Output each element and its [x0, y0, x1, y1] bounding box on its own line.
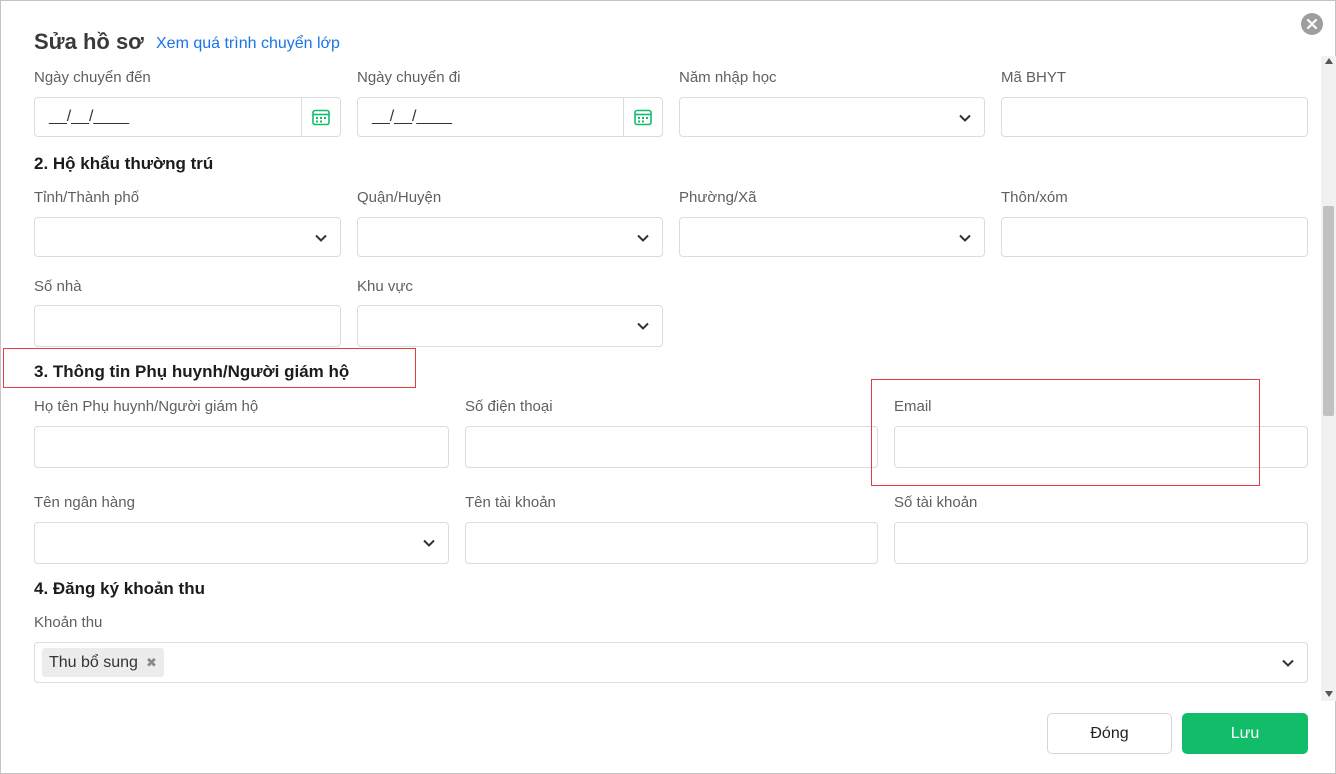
bank-name-label: Tên ngân hàng	[34, 494, 135, 511]
remove-tag-icon[interactable]: ✖	[146, 655, 157, 671]
account-number-label: Số tài khoản	[894, 494, 978, 511]
insurance-input[interactable]	[1001, 97, 1308, 137]
ward-select[interactable]	[679, 217, 985, 257]
chevron-down-icon	[959, 234, 971, 242]
scroll-down-arrow-icon[interactable]	[1325, 691, 1333, 697]
house-number-label: Số nhà	[34, 278, 82, 295]
province-label: Tỉnh/Thành phố	[34, 189, 140, 206]
enroll-year-label: Năm nhập học	[679, 69, 777, 86]
fees-multiselect[interactable]: Thu bổ sung ✖	[34, 642, 1308, 683]
phone-label: Số điện thoại	[465, 398, 553, 415]
date-in-label: Ngày chuyển đến	[34, 69, 151, 86]
date-out-value: __/__/____	[372, 108, 453, 125]
guardian-name-label: Họ tên Phụ huynh/Người giám hộ	[34, 398, 259, 415]
ward-label: Phường/Xã	[679, 189, 757, 206]
chevron-down-icon	[1282, 659, 1294, 667]
chevron-down-icon	[959, 114, 971, 122]
account-name-label: Tên tài khoản	[465, 494, 556, 511]
chevron-down-icon	[423, 539, 435, 547]
chevron-down-icon	[637, 234, 649, 242]
phone-input[interactable]	[465, 426, 878, 468]
close-icon[interactable]	[1301, 13, 1323, 35]
scroll-thumb[interactable]	[1323, 206, 1334, 416]
date-out-field[interactable]: __/__/____	[357, 97, 663, 137]
fees-heading: 4. Đăng ký khoản thu	[34, 579, 205, 598]
insurance-label: Mã BHYT	[1001, 69, 1067, 86]
scrollbar[interactable]	[1321, 56, 1336, 701]
calendar-icon[interactable]	[623, 98, 662, 136]
residence-heading: 2. Hộ khẩu thường trú	[34, 154, 214, 173]
hamlet-label: Thôn/xóm	[1001, 189, 1068, 206]
dialog-title: Sửa hồ sơ	[34, 29, 144, 54]
province-select[interactable]	[34, 217, 341, 257]
chevron-down-icon	[637, 322, 649, 330]
highlight-box	[871, 379, 1260, 486]
house-number-input[interactable]	[34, 305, 341, 347]
account-name-input[interactable]	[465, 522, 878, 564]
date-in-field[interactable]: __/__/____	[34, 97, 341, 137]
hamlet-input[interactable]	[1001, 217, 1308, 257]
fee-tag: Thu bổ sung ✖	[42, 648, 164, 677]
area-label: Khu vực	[357, 278, 413, 295]
district-select[interactable]	[357, 217, 663, 257]
fee-tag-label: Thu bổ sung	[49, 653, 138, 671]
account-number-input[interactable]	[894, 522, 1308, 564]
chevron-down-icon	[315, 234, 327, 242]
bank-name-select[interactable]	[34, 522, 449, 564]
guardian-name-input[interactable]	[34, 426, 449, 468]
area-select[interactable]	[357, 305, 663, 347]
calendar-icon[interactable]	[301, 98, 340, 136]
close-button[interactable]: Đóng	[1047, 713, 1172, 754]
date-in-value: __/__/____	[49, 108, 130, 125]
fees-label: Khoản thu	[34, 614, 103, 631]
guardian-heading: 3. Thông tin Phụ huynh/Người giám hộ	[34, 362, 350, 381]
edit-profile-dialog: Sửa hồ sơ Xem quá trình chuyển lớp Ngày …	[0, 0, 1336, 774]
transfer-history-link[interactable]: Xem quá trình chuyển lớp	[156, 35, 340, 53]
scroll-up-arrow-icon[interactable]	[1325, 58, 1333, 64]
enroll-year-select[interactable]	[679, 97, 985, 137]
save-button[interactable]: Lưu	[1182, 713, 1308, 754]
district-label: Quận/Huyện	[357, 189, 442, 206]
date-out-label: Ngày chuyển đi	[357, 69, 461, 86]
